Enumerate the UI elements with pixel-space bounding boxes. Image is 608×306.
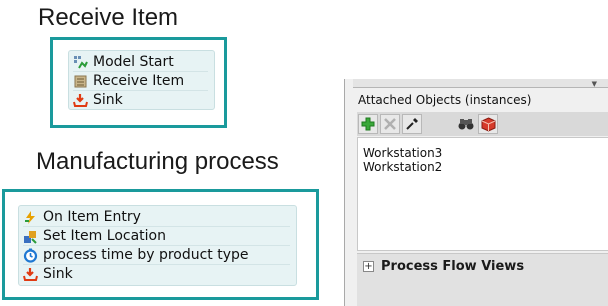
list-item-workstation3[interactable]: Workstation3 [363,146,608,160]
cube-icon [481,116,495,132]
attached-objects-label: Attached Objects (instances) [358,93,532,107]
remove-button[interactable] [380,114,400,134]
list-item-label: Receive Item [93,73,185,89]
list-item-process-time[interactable]: process time by product type [23,246,290,265]
process-flow-views-label: Process Flow Views [381,259,525,274]
list-item-on-item-entry[interactable]: On Item Entry [23,208,290,227]
list-item-receive-item[interactable]: Receive Item [73,72,208,91]
panel-top-bar: ▼ [353,79,608,88]
list-item-label: Sink [93,92,123,108]
list-item-set-item-location[interactable]: Set Item Location [23,227,290,246]
sampler-button[interactable] [402,114,422,134]
attached-objects-list[interactable]: Workstation3 Workstation2 [357,137,608,251]
list-item-label: process time by product type [43,247,249,263]
dropdown-arrow-icon[interactable]: ▼ [592,80,597,88]
receive-item-frame: Model Start Receive Item Sink [50,37,227,128]
plus-icon [361,117,375,131]
set-location-icon [23,229,38,244]
eyedropper-icon [406,118,418,130]
list-item-label: On Item Entry [43,209,141,225]
list-item-label: Model Start [93,54,174,70]
list-item-label: Sink [43,266,73,282]
list-item-label: Set Item Location [43,228,166,244]
x-icon [384,118,396,130]
add-button[interactable] [358,114,378,134]
attached-objects-toolbar [357,112,608,136]
binoculars-icon [458,119,474,130]
manufacturing-process-heading: Manufacturing process [36,148,279,175]
model-start-icon [73,55,88,70]
item-entry-icon [23,210,38,225]
list-item-sink[interactable]: Sink [23,265,290,283]
list-item-workstation2[interactable]: Workstation2 [363,160,608,174]
sink-icon [23,267,38,282]
attached-objects-panel: ▼ Attached Objects (instances) Workstati… [344,79,608,306]
list-item-model-start[interactable]: Model Start [73,53,208,72]
sink-icon [73,93,88,108]
list-item-sink[interactable]: Sink [73,91,208,109]
process-flow-views-header[interactable]: + Process Flow Views [363,259,524,274]
select-objects-button[interactable] [478,114,498,134]
manufacturing-process-frame: On Item Entry Set Item Location process … [2,189,319,300]
receive-item-card: Model Start Receive Item Sink [68,50,215,110]
find-button[interactable] [456,114,476,134]
process-flow-views-section: + Process Flow Views [357,253,608,306]
clock-icon [23,248,38,263]
expand-icon[interactable]: + [363,261,374,272]
receive-item-icon [73,74,88,89]
manufacturing-process-card: On Item Entry Set Item Location process … [18,205,297,286]
receive-item-heading: Receive Item [38,4,179,31]
